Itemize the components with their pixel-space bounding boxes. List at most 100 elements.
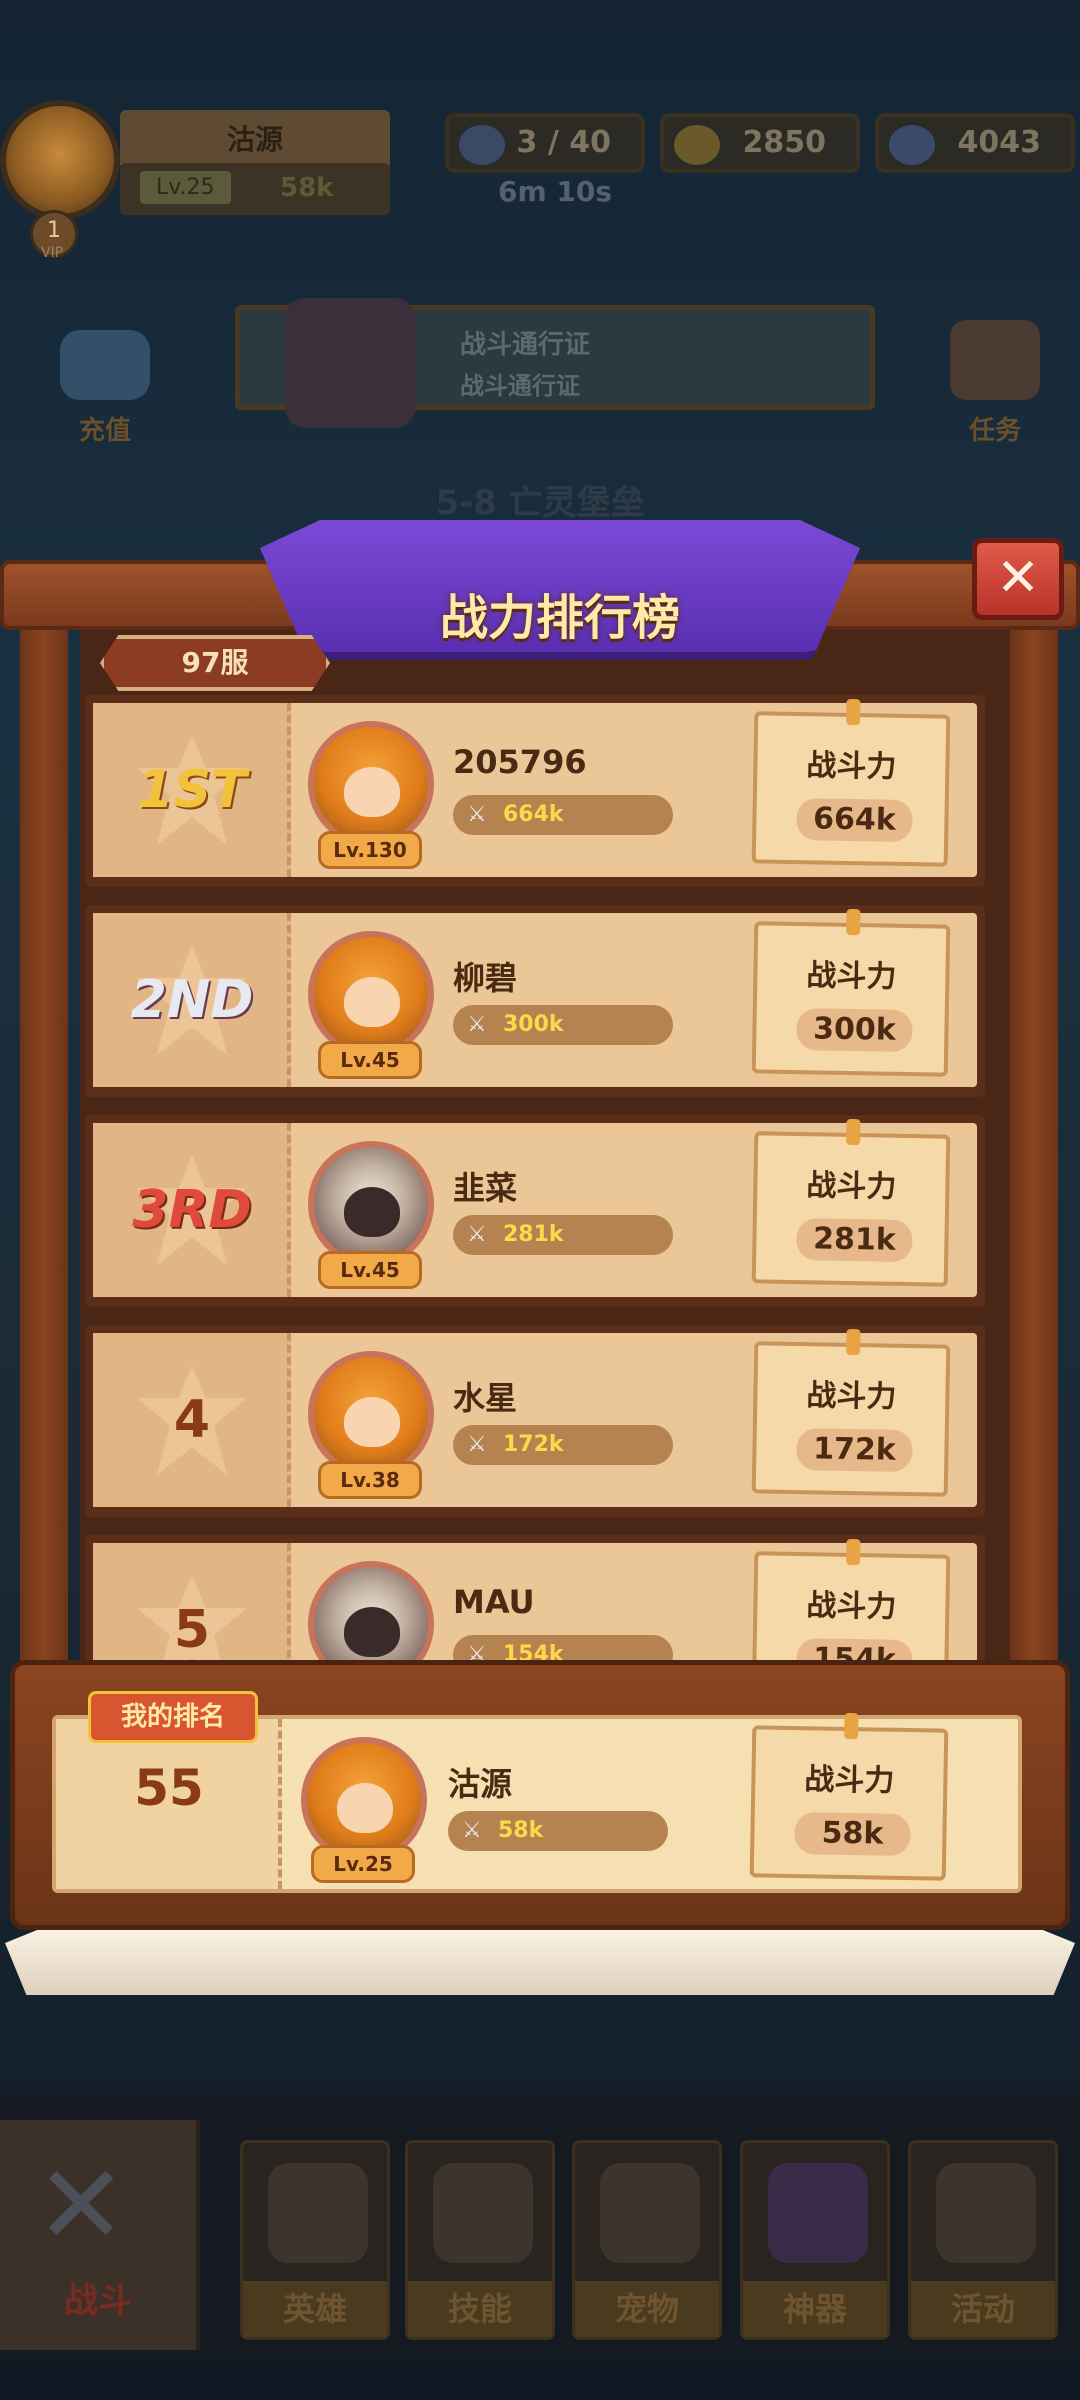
level-badge: Lv.130 xyxy=(318,831,422,869)
power-pill-value: 664k xyxy=(503,802,564,827)
scroll-pin xyxy=(846,698,861,726)
player-name: MAU xyxy=(453,1583,535,1621)
avatar-face xyxy=(344,1607,400,1657)
avatar-face xyxy=(337,1783,393,1833)
star-energy-icon xyxy=(459,125,505,165)
my-rank-number: 55 xyxy=(134,1759,204,1817)
task-label: 任务 xyxy=(968,416,1021,446)
nav-events[interactable]: 活动 xyxy=(908,2140,1058,2340)
energy-counter[interactable]: 3 / 40 xyxy=(445,113,645,173)
nav-battle-label: 战斗 xyxy=(64,2281,132,2321)
modal-title: 战力排行榜 xyxy=(439,590,680,646)
gem-pile-icon xyxy=(60,330,150,400)
close-icon: ✕ xyxy=(996,548,1040,608)
scroll-pin xyxy=(846,1118,861,1146)
energy-timer: 6m 10s xyxy=(498,175,613,208)
power-pill-value: 172k xyxy=(503,1432,564,1457)
power-value: 300k xyxy=(796,1008,913,1053)
sword-icon: ⚔ xyxy=(467,802,487,827)
nav-artifacts[interactable]: 神器 xyxy=(740,2140,890,2340)
ranking-list[interactable]: 1ST Lv.130 205796 ⚔ 664k 战斗力 664k 2ND Lv… xyxy=(85,695,985,1660)
player-power: 58k xyxy=(280,173,334,203)
my-power-pill-value: 58k xyxy=(498,1818,544,1843)
scroll-pin xyxy=(846,1328,861,1356)
close-button[interactable]: ✕ xyxy=(972,538,1064,620)
ranking-row-card: 1ST Lv.130 205796 ⚔ 664k 战斗力 664k xyxy=(93,698,977,877)
top-status-bar: 1 VIP 沽源 Lv.25 58k 3 / 40 6m 10s 2850 40… xyxy=(0,95,1080,275)
server-tag[interactable]: 97服 xyxy=(100,635,330,691)
task-button[interactable]: 任务 xyxy=(935,320,1055,447)
power-label: 战斗力 xyxy=(806,1588,897,1625)
rank-box: 3RD xyxy=(93,1123,291,1297)
energy-value: 3 / 40 xyxy=(516,125,611,160)
sword-icon: ⚔ xyxy=(462,1818,482,1843)
nav-skills-label: 技能 xyxy=(408,2281,552,2337)
crossed-swords-icon: ✕ xyxy=(35,2141,128,2269)
player-level-plate: Lv.25 58k xyxy=(120,163,390,215)
nav-heroes[interactable]: 英雄 xyxy=(240,2140,390,2340)
sword-icon: ⚔ xyxy=(467,1222,487,1247)
rank-box: 2ND xyxy=(93,913,291,1087)
power-scroll: 战斗力 154k xyxy=(751,1538,951,1660)
avatar-face xyxy=(344,1397,400,1447)
power-label: 战斗力 xyxy=(806,1168,897,1205)
nav-battle[interactable]: ✕ 战斗 xyxy=(0,2120,200,2350)
power-pill-value: 281k xyxy=(503,1222,564,1247)
ranking-row[interactable]: 3RD Lv.45 韭菜 ⚔ 281k 战斗力 281k xyxy=(85,1115,985,1307)
my-power-scroll: 战斗力 58k xyxy=(749,1712,949,1881)
power-pill: ⚔ 172k xyxy=(453,1425,673,1465)
rank-number: 5 xyxy=(173,1600,211,1660)
player-avatar[interactable] xyxy=(308,1561,434,1660)
player-avatar[interactable] xyxy=(0,100,120,220)
rank-box: 1ST xyxy=(93,703,291,877)
my-rank-card[interactable]: 我的排名 55 Lv.25 沽源 ⚔ 58k 战斗力 58k xyxy=(52,1691,1022,1893)
player-avatar[interactable] xyxy=(308,721,434,847)
player-avatar[interactable] xyxy=(308,1141,434,1267)
ranking-row[interactable]: 1ST Lv.130 205796 ⚔ 664k 战斗力 664k xyxy=(85,695,985,887)
helmet-icon xyxy=(268,2163,368,2263)
player-name: 205796 xyxy=(453,743,587,781)
power-scroll: 战斗力 300k xyxy=(751,908,951,1077)
pet-wings-icon xyxy=(600,2163,700,2263)
left-post xyxy=(20,620,68,1670)
sword-icon: ⚔ xyxy=(467,1432,487,1457)
power-pill: ⚔ 664k xyxy=(453,795,673,835)
nav-pets[interactable]: 宠物 xyxy=(572,2140,722,2340)
nav-skills[interactable]: 技能 xyxy=(405,2140,555,2340)
power-value: 172k xyxy=(796,1428,913,1473)
player-level: Lv.25 xyxy=(140,171,231,204)
battle-pass-title: 战斗通行证 xyxy=(460,330,591,360)
gem-icon xyxy=(889,125,935,165)
ranking-row[interactable]: 4 Lv.38 水星 ⚔ 172k 战斗力 172k xyxy=(85,1325,985,1517)
my-level-badge: Lv.25 xyxy=(311,1845,415,1883)
player-name: 柳碧 xyxy=(453,959,518,997)
power-value: 154k xyxy=(796,1638,913,1660)
my-name: 沽源 xyxy=(448,1765,513,1803)
event-horn-icon xyxy=(936,2163,1036,2263)
gold-counter[interactable]: 2850 xyxy=(660,113,860,173)
gem-counter[interactable]: 4043 xyxy=(875,113,1075,173)
player-avatar[interactable] xyxy=(308,1351,434,1477)
avatar-face xyxy=(344,1187,400,1237)
scroll-pin xyxy=(846,908,861,936)
ranking-row[interactable]: 5 MAU ⚔ 154k 战斗力 154k xyxy=(85,1535,985,1660)
quill-scroll-icon xyxy=(950,320,1040,400)
locked-artifact-icon xyxy=(768,2163,868,2263)
my-power-value: 58k xyxy=(794,1812,911,1857)
battle-pass-banner[interactable]: 战斗通行证 战斗通行证 xyxy=(235,298,875,428)
power-value: 281k xyxy=(796,1218,913,1263)
rank-box: 5 xyxy=(93,1543,291,1660)
level-badge: Lv.45 xyxy=(318,1041,422,1079)
power-label: 战斗力 xyxy=(806,748,897,785)
scroll-pin xyxy=(846,1538,861,1566)
ranking-row-card: 3RD Lv.45 韭菜 ⚔ 281k 战斗力 281k xyxy=(93,1118,977,1297)
player-avatar[interactable] xyxy=(308,931,434,1057)
rank-number: 4 xyxy=(173,1390,211,1450)
right-post xyxy=(1010,620,1058,1670)
recharge-button[interactable]: 充值 xyxy=(45,330,165,447)
gem-value: 4043 xyxy=(957,125,1042,160)
power-pill: ⚔ 300k xyxy=(453,1005,673,1045)
ranking-row[interactable]: 2ND Lv.45 柳碧 ⚔ 300k 战斗力 300k xyxy=(85,905,985,1097)
rank-box: 4 xyxy=(93,1333,291,1507)
power-pill-value: 300k xyxy=(503,1012,564,1037)
